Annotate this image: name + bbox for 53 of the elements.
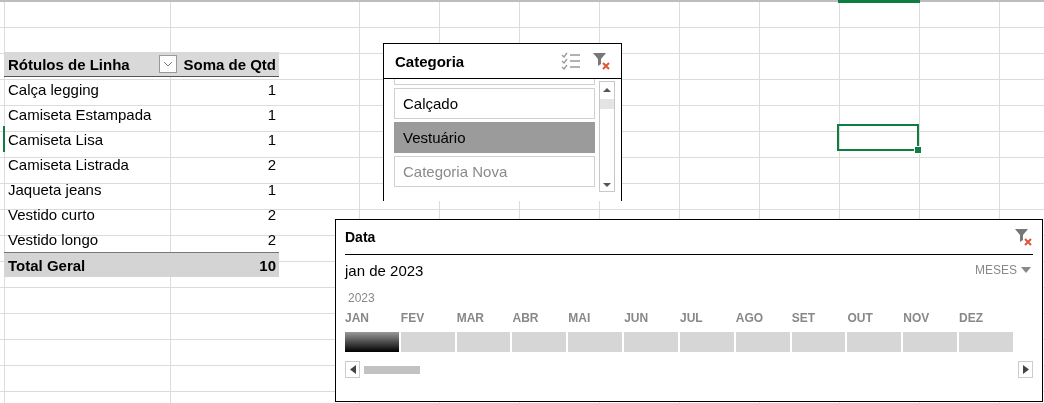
row-label: Vestido curto <box>8 206 96 223</box>
row-value: 2 <box>267 156 276 173</box>
month-label: MAR <box>456 311 485 325</box>
row-value: 1 <box>267 81 276 98</box>
row-value: 1 <box>267 106 276 123</box>
scrollbar[interactable] <box>599 81 615 192</box>
chevron-down-icon <box>163 61 174 67</box>
month-bar[interactable] <box>345 332 399 352</box>
slicer-title: Categoria <box>395 52 466 70</box>
row-label: Camiseta Estampada <box>8 106 153 123</box>
caret-icon <box>1021 267 1031 273</box>
total-value: 10 <box>259 256 276 274</box>
month-label: FEV <box>400 311 426 325</box>
multi-select-icon[interactable] <box>561 52 581 70</box>
slicer-item[interactable]: Calçado <box>394 88 595 119</box>
selected-cell[interactable] <box>837 124 919 151</box>
scroll-right-button[interactable] <box>1018 361 1033 378</box>
time-level-dropdown[interactable]: MESES <box>975 263 1033 277</box>
scroll-left-icon <box>349 365 356 374</box>
clear-filter-icon[interactable] <box>1013 227 1033 247</box>
column-heading: Rótulos de Linha <box>8 55 131 73</box>
timeline-title: Data <box>345 229 377 245</box>
row-label: Camiseta Lisa <box>8 131 105 148</box>
total-label: Total Geral <box>8 256 87 274</box>
column-heading: Soma de Qtd <box>183 55 276 73</box>
month-label: NOV <box>903 311 931 325</box>
row-value: 2 <box>267 231 276 248</box>
month-label: JAN <box>345 311 370 325</box>
row-label: Jaqueta jeans <box>8 181 103 198</box>
slicer-item[interactable] <box>394 79 595 85</box>
row-label: Calça legging <box>8 81 100 98</box>
filter-dropdown[interactable] <box>159 55 178 73</box>
year-label: 2023 <box>348 291 375 305</box>
row-label: Camiseta Listrada <box>8 156 130 173</box>
date-range-label: jan de 2023 <box>345 261 424 279</box>
month-label: JUL <box>679 311 704 325</box>
month-label: MAI <box>568 311 592 325</box>
row-value: 1 <box>267 131 276 148</box>
scroll-thumb[interactable] <box>600 99 614 109</box>
row-value: 1 <box>267 181 276 198</box>
scroll-thumb[interactable] <box>364 365 420 374</box>
month-label: SET <box>791 311 816 325</box>
scroll-left-button[interactable] <box>345 361 360 378</box>
row-value: 2 <box>267 206 276 223</box>
clear-filter-icon[interactable] <box>591 51 611 71</box>
scroll-right-icon <box>1022 365 1029 374</box>
month-label: ABR <box>512 311 540 325</box>
month-label: JUN <box>624 311 650 325</box>
slicer-item[interactable]: Vestuário <box>394 122 595 153</box>
month-label: OUT <box>847 311 874 325</box>
row-label: Vestido longo <box>8 231 100 248</box>
month-label: DEZ <box>959 311 985 325</box>
month-label: AGO <box>735 311 765 325</box>
